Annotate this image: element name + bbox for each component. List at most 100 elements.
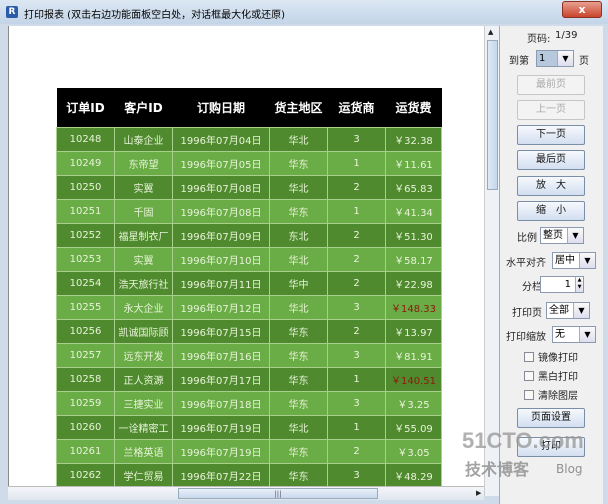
table-row: 10261 兰格英语 1996年07月19日 华东 2 ￥3.05 — [56, 438, 442, 464]
table-cell: 1996年07月15日 — [172, 318, 270, 344]
zoom-in-button[interactable]: 放 大 — [517, 176, 585, 196]
chevron-down-icon[interactable]: ▼ — [579, 253, 595, 268]
next-page-button[interactable]: 下一页 — [517, 125, 585, 145]
columns-spinner[interactable]: 1 ▲ ▼ — [540, 276, 584, 293]
table-row: 10255 永大企业 1996年07月12日 华北 3 ￥148.33 — [56, 294, 442, 320]
table-cell: 华北 — [269, 414, 328, 440]
table-cell: 3 — [327, 462, 386, 486]
bw-print-checkbox[interactable]: 黑白打印 — [524, 368, 578, 383]
horizontal-scroll-thumb[interactable]: ||| — [178, 488, 378, 499]
table-cell: ￥41.34 — [385, 198, 442, 224]
table-cell: 1996年07月05日 — [172, 150, 270, 176]
column-header: 运货费 — [385, 88, 442, 127]
zoom-out-button[interactable]: 缩 小 — [517, 201, 585, 221]
table-cell: 1996年07月19日 — [172, 438, 270, 464]
table-cell: 永大企业 — [114, 294, 173, 320]
last-page-button[interactable]: 最后页 — [517, 150, 585, 170]
chevron-down-icon[interactable]: ▼ — [573, 303, 589, 318]
table-row: 10259 三捷实业 1996年07月18日 华东 3 ￥3.25 — [56, 390, 442, 416]
table-row: 10260 一诠精密工 1996年07月19日 华北 1 ￥55.09 — [56, 414, 442, 440]
table-row: 10254 浩天旅行社 1996年07月11日 华中 2 ￥22.98 — [56, 270, 442, 296]
report-preview: 订单ID 客户ID 订购日期 货主地区 运货商 运货费 10248 山泰企业 1996年07月… — [8, 26, 484, 486]
table-cell: 10252 — [56, 222, 115, 248]
table-cell: 2 — [327, 270, 386, 296]
table-cell: ￥13.97 — [385, 318, 442, 344]
align-label: 水平对齐 — [506, 258, 546, 269]
column-header: 订购日期 — [172, 88, 270, 127]
close-button[interactable]: x — [562, 1, 602, 18]
chevron-down-icon[interactable]: ▼ — [579, 327, 595, 342]
table-cell: 10257 — [56, 342, 115, 368]
print-scale-select[interactable]: 无 ▼ — [552, 326, 596, 343]
table-cell: 华东 — [269, 390, 328, 416]
table-cell: 10255 — [56, 294, 115, 320]
table-cell: ￥3.25 — [385, 390, 442, 416]
table-cell: 三捷实业 — [114, 390, 173, 416]
watermark-logo: 51CTO.com — [462, 428, 584, 453]
horizontal-scrollbar[interactable]: ||| ▶ — [8, 486, 484, 500]
table-cell: 华北 — [269, 294, 328, 320]
table-cell: 1 — [327, 414, 386, 440]
table-cell: 华北 — [269, 174, 328, 200]
clear-layers-checkbox[interactable]: 清除图层 — [524, 387, 578, 402]
print-pages-select[interactable]: 全部 ▼ — [546, 302, 590, 319]
table-cell: 10254 — [56, 270, 115, 296]
chevron-down-icon[interactable]: ▼ — [557, 51, 573, 66]
table-cell: 华东 — [269, 150, 328, 176]
table-cell: 福星制衣厂 — [114, 222, 173, 248]
column-header: 客户ID — [114, 88, 173, 127]
table-row: 10257 远东开发 1996年07月16日 华东 3 ￥81.91 — [56, 342, 442, 368]
table-cell: 山泰企业 — [114, 126, 173, 152]
table-cell: 10250 — [56, 174, 115, 200]
scroll-right-icon[interactable]: ▶ — [476, 489, 481, 497]
page-label: 页码: — [527, 34, 551, 45]
table-row: 10262 学仁贸易 1996年07月22日 华东 3 ￥48.29 — [56, 462, 442, 486]
page-setup-button[interactable]: 页面设置 — [517, 408, 585, 428]
table-cell: 实翼 — [114, 174, 173, 200]
table-cell: 1996年07月17日 — [172, 366, 270, 392]
print-pages-label: 打印页 — [512, 308, 542, 319]
table-cell: 正人资源 — [114, 366, 173, 392]
table-cell: 1996年07月11日 — [172, 270, 270, 296]
table-cell: 远东开发 — [114, 342, 173, 368]
goto-suffix: 页 — [579, 56, 589, 67]
table-row: 10251 千固 1996年07月08日 华东 1 ￥41.34 — [56, 198, 442, 224]
align-select[interactable]: 居中 ▼ — [552, 252, 596, 269]
table-cell: 10256 — [56, 318, 115, 344]
prev-page-button[interactable]: 上一页 — [517, 100, 585, 120]
table-row: 10256 凯诚国际顾 1996年07月15日 华东 2 ￥13.97 — [56, 318, 442, 344]
table-cell: 1 — [327, 366, 386, 392]
table-cell: 1996年07月08日 — [172, 174, 270, 200]
vertical-scroll-thumb[interactable] — [487, 40, 498, 190]
column-header: 订单ID — [56, 88, 115, 127]
table-cell: 1 — [327, 198, 386, 224]
print-scale-label: 打印缩放 — [506, 332, 546, 343]
ratio-select[interactable]: 整页 ▼ — [540, 227, 584, 244]
table-cell: 10259 — [56, 390, 115, 416]
table-cell: 3 — [327, 126, 386, 152]
table-cell: 华中 — [269, 270, 328, 296]
spinner-arrows-icon[interactable]: ▲ ▼ — [575, 277, 583, 292]
title-bar: R 打印报表 (双击右边功能面板空白处，对话框最大化或还原) x — [0, 0, 608, 24]
table-cell: 华北 — [269, 246, 328, 272]
table-cell: ￥58.17 — [385, 246, 442, 272]
table-cell: 1996年07月22日 — [172, 462, 270, 486]
chevron-down-icon[interactable]: ▼ — [567, 228, 583, 243]
table-cell: 1996年07月12日 — [172, 294, 270, 320]
table-cell: 1996年07月16日 — [172, 342, 270, 368]
scroll-up-icon[interactable]: ▲ — [488, 28, 493, 36]
goto-page-select[interactable]: 1 ▼ — [536, 50, 574, 67]
table-cell: ￥11.61 — [385, 150, 442, 176]
column-header: 运货商 — [327, 88, 386, 127]
table-cell: 1 — [327, 150, 386, 176]
first-page-button[interactable]: 最前页 — [517, 75, 585, 95]
mirror-print-checkbox[interactable]: 镜像打印 — [524, 349, 578, 364]
table-row: 10249 东帝望 1996年07月05日 华东 1 ￥11.61 — [56, 150, 442, 176]
table-cell: 1996年07月09日 — [172, 222, 270, 248]
watermark-blog: Blog — [556, 462, 583, 476]
vertical-scrollbar[interactable]: ▲ — [484, 26, 499, 496]
table-cell: ￥148.33 — [385, 294, 442, 320]
table-cell: 2 — [327, 438, 386, 464]
table-cell: 凯诚国际顾 — [114, 318, 173, 344]
table-cell: 2 — [327, 318, 386, 344]
